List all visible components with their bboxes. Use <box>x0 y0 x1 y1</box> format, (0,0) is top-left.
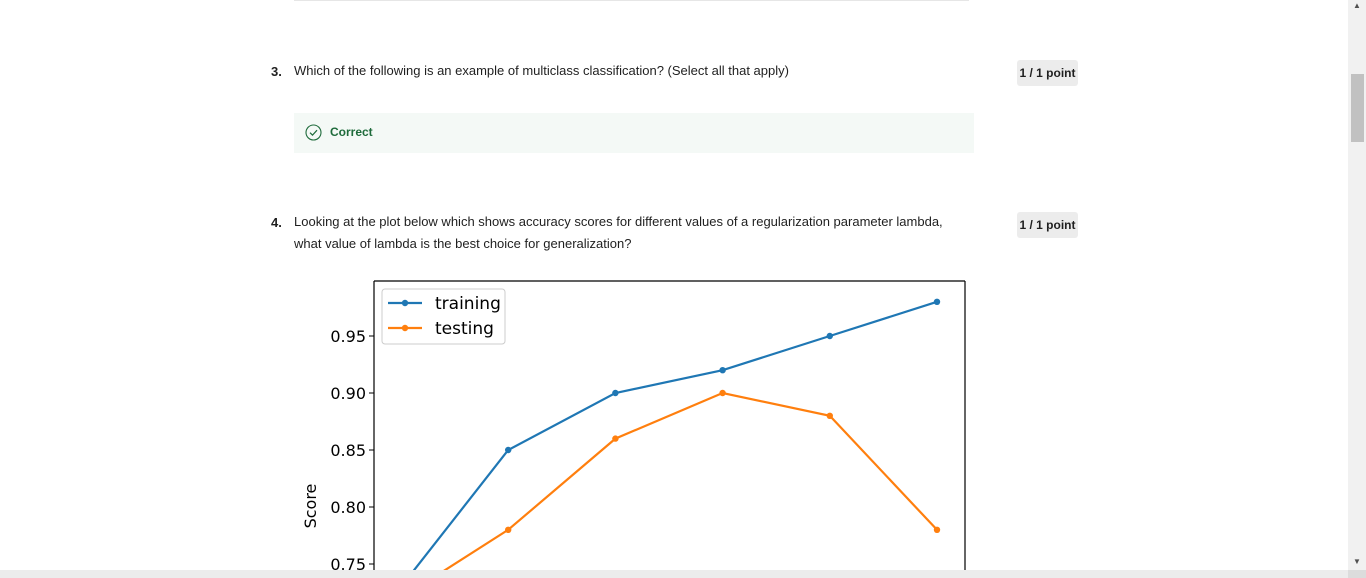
question-3-points-badge: 1 / 1 point <box>1017 60 1078 86</box>
legend-marker-training <box>401 299 409 307</box>
y-tick-label: 0.85 <box>330 441 366 460</box>
y-tick-label: 0.95 <box>330 327 366 346</box>
data-point-testing <box>612 435 619 442</box>
check-circle-icon <box>305 124 322 146</box>
y-tick-label: 0.90 <box>330 384 366 403</box>
question-3-number: 3. <box>271 64 282 79</box>
data-point-testing <box>719 389 726 397</box>
question-4-text-line1: Looking at the plot below which shows ac… <box>294 214 943 229</box>
y-axis-ticks: 0.95 0.90 0.85 0.80 0.75 <box>330 327 374 570</box>
triangle-down-icon[interactable]: ▼ <box>1351 556 1363 568</box>
feedback-correct-label: Correct <box>330 125 373 139</box>
question-3-feedback: Correct <box>294 113 974 153</box>
scrollbar-corner <box>1348 570 1366 578</box>
horizontal-scrollbar[interactable] <box>0 570 1348 578</box>
data-point-training <box>933 298 941 305</box>
y-axis-label: Score <box>301 484 320 529</box>
series-line-testing <box>443 391 938 570</box>
question-3-text: Which of the following is an example of … <box>294 63 789 78</box>
data-point-training <box>505 446 512 454</box>
data-point-testing <box>505 526 512 533</box>
data-point-testing <box>826 412 833 419</box>
accuracy-line-chart: 0.95 0.90 0.85 0.80 0.75 training testing Sco… <box>301 280 966 570</box>
data-point-training <box>612 389 619 397</box>
data-point-training <box>826 332 833 340</box>
scrollbar-thumb[interactable] <box>1351 74 1364 142</box>
series-testing <box>443 389 941 570</box>
chart-legend: training testing <box>381 288 506 345</box>
legend-marker-testing <box>401 324 409 332</box>
triangle-up-icon[interactable]: ▲ <box>1351 0 1363 12</box>
data-point-training <box>719 367 726 374</box>
y-tick-label: 0.75 <box>330 555 366 570</box>
legend-label-training: training <box>435 294 501 314</box>
question-4-number: 4. <box>271 215 282 230</box>
question-4-text-line2: what value of lambda is the best choice … <box>294 236 632 251</box>
y-tick-label: 0.80 <box>330 498 366 517</box>
question-4-points-badge: 1 / 1 point <box>1017 212 1078 238</box>
legend-label-testing: testing <box>435 319 494 339</box>
section-divider <box>294 0 969 1</box>
data-point-testing <box>933 526 941 533</box>
